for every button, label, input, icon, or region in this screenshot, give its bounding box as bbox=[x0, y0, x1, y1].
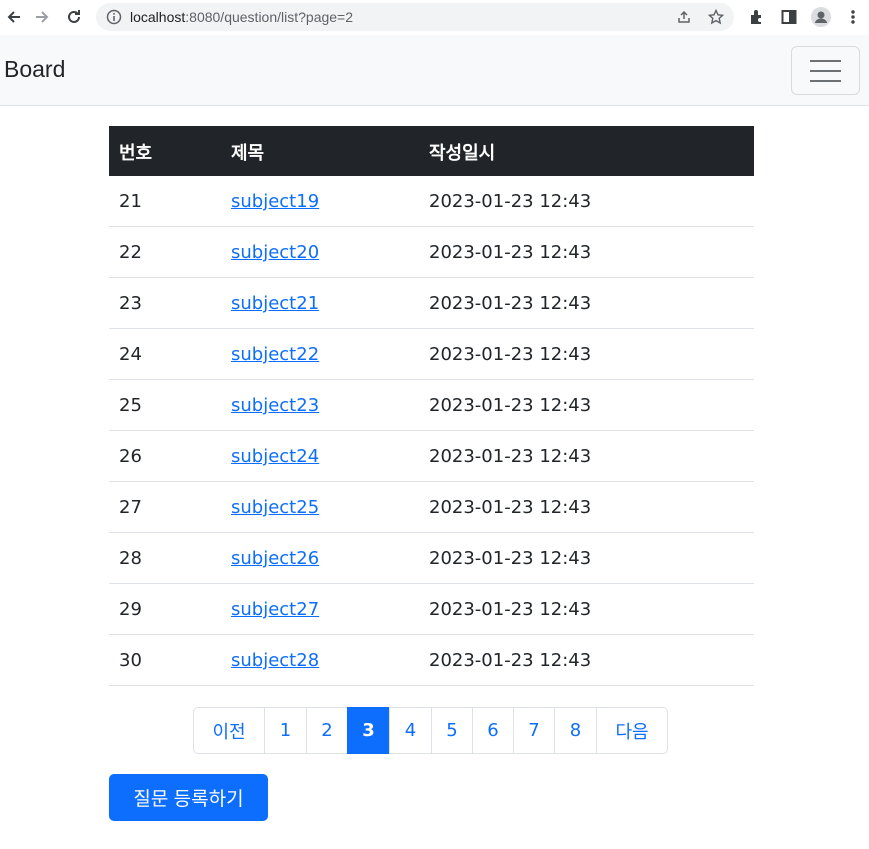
create-question-button[interactable]: 질문 등록하기 bbox=[109, 774, 268, 821]
pagination-page-4[interactable]: 4 bbox=[389, 707, 432, 754]
row-date: 2023-01-23 12:43 bbox=[429, 293, 592, 314]
row-date: 2023-01-23 12:43 bbox=[429, 650, 592, 671]
row-number: 24 bbox=[119, 344, 142, 365]
share-icon[interactable] bbox=[676, 9, 692, 25]
navbar: Board bbox=[0, 35, 869, 106]
browser-toolbar: localhost:8080/question/list?page=2 bbox=[0, 0, 869, 35]
navbar-toggler-button[interactable] bbox=[791, 46, 860, 95]
row-number: 28 bbox=[119, 548, 142, 569]
row-date: 2023-01-23 12:43 bbox=[429, 242, 592, 263]
column-header-subject: 제목 bbox=[231, 143, 265, 164]
table-row: 30 subject28 2023-01-23 12:43 bbox=[109, 635, 754, 686]
row-date: 2023-01-23 12:43 bbox=[429, 344, 592, 365]
url-host: localhost bbox=[130, 9, 186, 25]
row-date: 2023-01-23 12:43 bbox=[429, 446, 592, 467]
hamburger-icon-bar bbox=[810, 70, 841, 72]
hamburger-icon bbox=[810, 60, 841, 62]
pagination: 이전 1 2 3 4 5 6 7 8 다음 bbox=[193, 707, 668, 754]
pagination-page-5[interactable]: 5 bbox=[431, 707, 473, 754]
row-number: 22 bbox=[119, 242, 142, 263]
url-text: localhost:8080/question/list?page=2 bbox=[130, 9, 353, 25]
pagination-page-7[interactable]: 7 bbox=[513, 707, 555, 754]
row-date: 2023-01-23 12:43 bbox=[429, 395, 592, 416]
pagination-page-6[interactable]: 6 bbox=[472, 707, 514, 754]
row-number: 29 bbox=[119, 599, 142, 620]
question-subject-link[interactable]: subject23 bbox=[231, 395, 319, 416]
question-subject-link[interactable]: subject27 bbox=[231, 599, 319, 620]
navbar-brand[interactable]: Board bbox=[4, 56, 65, 83]
hamburger-icon-bar bbox=[810, 80, 841, 82]
extensions-icon[interactable] bbox=[747, 7, 767, 27]
question-subject-link[interactable]: subject22 bbox=[231, 344, 319, 365]
question-subject-link[interactable]: subject20 bbox=[231, 242, 319, 263]
pagination-page-8[interactable]: 8 bbox=[554, 707, 597, 754]
address-bar[interactable]: localhost:8080/question/list?page=2 bbox=[96, 3, 734, 31]
back-arrow-icon[interactable] bbox=[2, 5, 26, 29]
column-header-number: 번호 bbox=[119, 143, 153, 164]
row-date: 2023-01-23 12:43 bbox=[429, 548, 592, 569]
table-row: 25 subject23 2023-01-23 12:43 bbox=[109, 380, 754, 431]
pagination-prev[interactable]: 이전 bbox=[193, 707, 265, 754]
side-panel-icon[interactable] bbox=[779, 7, 799, 27]
row-date: 2023-01-23 12:43 bbox=[429, 497, 592, 518]
question-subject-link[interactable]: subject21 bbox=[231, 293, 319, 314]
question-subject-link[interactable]: subject26 bbox=[231, 548, 319, 569]
reload-icon[interactable] bbox=[62, 5, 86, 29]
table-row: 29 subject27 2023-01-23 12:43 bbox=[109, 584, 754, 635]
question-subject-link[interactable]: subject24 bbox=[231, 446, 319, 467]
row-number: 21 bbox=[119, 191, 142, 212]
table-row: 22 subject20 2023-01-23 12:43 bbox=[109, 227, 754, 278]
forward-arrow-icon[interactable] bbox=[30, 5, 54, 29]
table-row: 28 subject26 2023-01-23 12:43 bbox=[109, 533, 754, 584]
url-path: :8080/question/list?page=2 bbox=[185, 9, 354, 25]
row-number: 25 bbox=[119, 395, 142, 416]
question-subject-link[interactable]: subject19 bbox=[231, 191, 319, 212]
row-number: 26 bbox=[119, 446, 142, 467]
row-number: 30 bbox=[119, 650, 142, 671]
table-row: 21 subject19 2023-01-23 12:43 bbox=[109, 176, 754, 227]
pagination-page-1[interactable]: 1 bbox=[264, 707, 307, 754]
pagination-page-3[interactable]: 3 bbox=[347, 707, 390, 754]
pagination-page-2[interactable]: 2 bbox=[306, 707, 348, 754]
kebab-menu-icon[interactable] bbox=[843, 7, 863, 27]
table-header: 번호 제목 작성일시 bbox=[109, 126, 754, 176]
table-row: 26 subject24 2023-01-23 12:43 bbox=[109, 431, 754, 482]
info-icon[interactable] bbox=[106, 9, 122, 25]
table-row: 27 subject25 2023-01-23 12:43 bbox=[109, 482, 754, 533]
row-number: 23 bbox=[119, 293, 142, 314]
row-date: 2023-01-23 12:43 bbox=[429, 191, 592, 212]
profile-icon[interactable] bbox=[811, 7, 831, 27]
row-number: 27 bbox=[119, 497, 142, 518]
question-subject-link[interactable]: subject25 bbox=[231, 497, 319, 518]
question-subject-link[interactable]: subject28 bbox=[231, 650, 319, 671]
pagination-next[interactable]: 다음 bbox=[596, 707, 668, 754]
row-date: 2023-01-23 12:43 bbox=[429, 599, 592, 620]
star-icon[interactable] bbox=[707, 8, 725, 25]
table-row: 24 subject22 2023-01-23 12:43 bbox=[109, 329, 754, 380]
table-row: 23 subject21 2023-01-23 12:43 bbox=[109, 278, 754, 329]
column-header-date: 작성일시 bbox=[429, 143, 496, 164]
